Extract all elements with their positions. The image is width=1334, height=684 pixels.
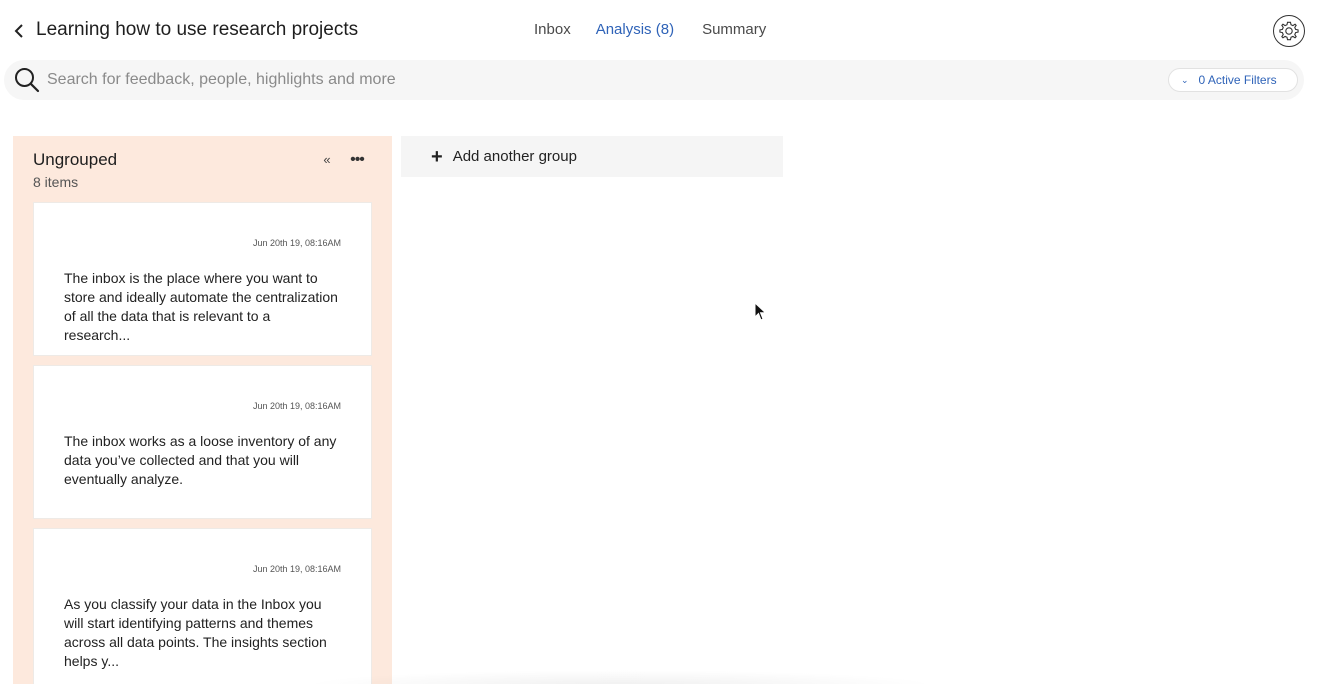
double-chevron-left-icon: « bbox=[323, 152, 331, 167]
gear-icon bbox=[1279, 21, 1299, 41]
app-header: Learning how to use research projects In… bbox=[0, 0, 1334, 60]
back-button[interactable] bbox=[8, 19, 30, 43]
mouse-cursor-icon bbox=[754, 302, 767, 321]
group-more-button[interactable]: ••• bbox=[347, 150, 367, 170]
add-another-group-button[interactable]: + Add another group bbox=[401, 136, 783, 177]
settings-button[interactable] bbox=[1273, 15, 1305, 47]
plus-icon: + bbox=[431, 145, 443, 168]
active-filters-label: 0 Active Filters bbox=[1198, 73, 1277, 87]
search-input[interactable] bbox=[47, 66, 947, 94]
card-timestamp: Jun 20th 19, 08:16AM bbox=[252, 238, 341, 248]
add-group-label: Add another group bbox=[452, 148, 577, 165]
tab-inbox[interactable]: Inbox bbox=[534, 21, 571, 38]
feedback-card[interactable]: Jun 20th 19, 08:16AM The inbox works as … bbox=[33, 365, 372, 519]
card-timestamp: Jun 20th 19, 08:16AM bbox=[252, 401, 341, 411]
chevron-down-icon: ⌄ bbox=[1181, 74, 1189, 85]
chevron-left-icon bbox=[14, 24, 23, 38]
feedback-card[interactable]: Jun 20th 19, 08:16AM The inbox is the pl… bbox=[33, 202, 372, 356]
group-title: Ungrouped bbox=[33, 150, 118, 169]
tab-summary[interactable]: Summary bbox=[702, 21, 766, 38]
group-item-count: 8 items bbox=[33, 174, 79, 190]
more-horizontal-icon: ••• bbox=[350, 151, 365, 168]
view-tabs: Inbox Analysis (8) Summary bbox=[534, 21, 766, 38]
card-timestamp: Jun 20th 19, 08:16AM bbox=[252, 564, 341, 574]
active-filters-button[interactable]: ⌄ 0 Active Filters bbox=[1168, 68, 1298, 92]
card-text: The inbox is the place where you want to… bbox=[64, 270, 338, 343]
search-bar: ⌄ 0 Active Filters bbox=[4, 60, 1304, 100]
card-text: As you classify your data in the Inbox y… bbox=[64, 596, 327, 669]
search-icon[interactable] bbox=[14, 67, 40, 93]
group-column-ungrouped: Ungrouped 8 items « ••• Jun 20th 19, 08:… bbox=[13, 136, 392, 684]
tab-analysis[interactable]: Analysis (8) bbox=[596, 21, 674, 38]
feedback-card[interactable]: Jun 20th 19, 08:16AM As you classify you… bbox=[33, 528, 372, 684]
bottom-shadow bbox=[300, 670, 940, 684]
collapse-group-button[interactable]: « bbox=[319, 152, 335, 168]
page-title: Learning how to use research projects bbox=[36, 19, 359, 40]
card-text: The inbox works as a loose inventory of … bbox=[64, 433, 337, 487]
